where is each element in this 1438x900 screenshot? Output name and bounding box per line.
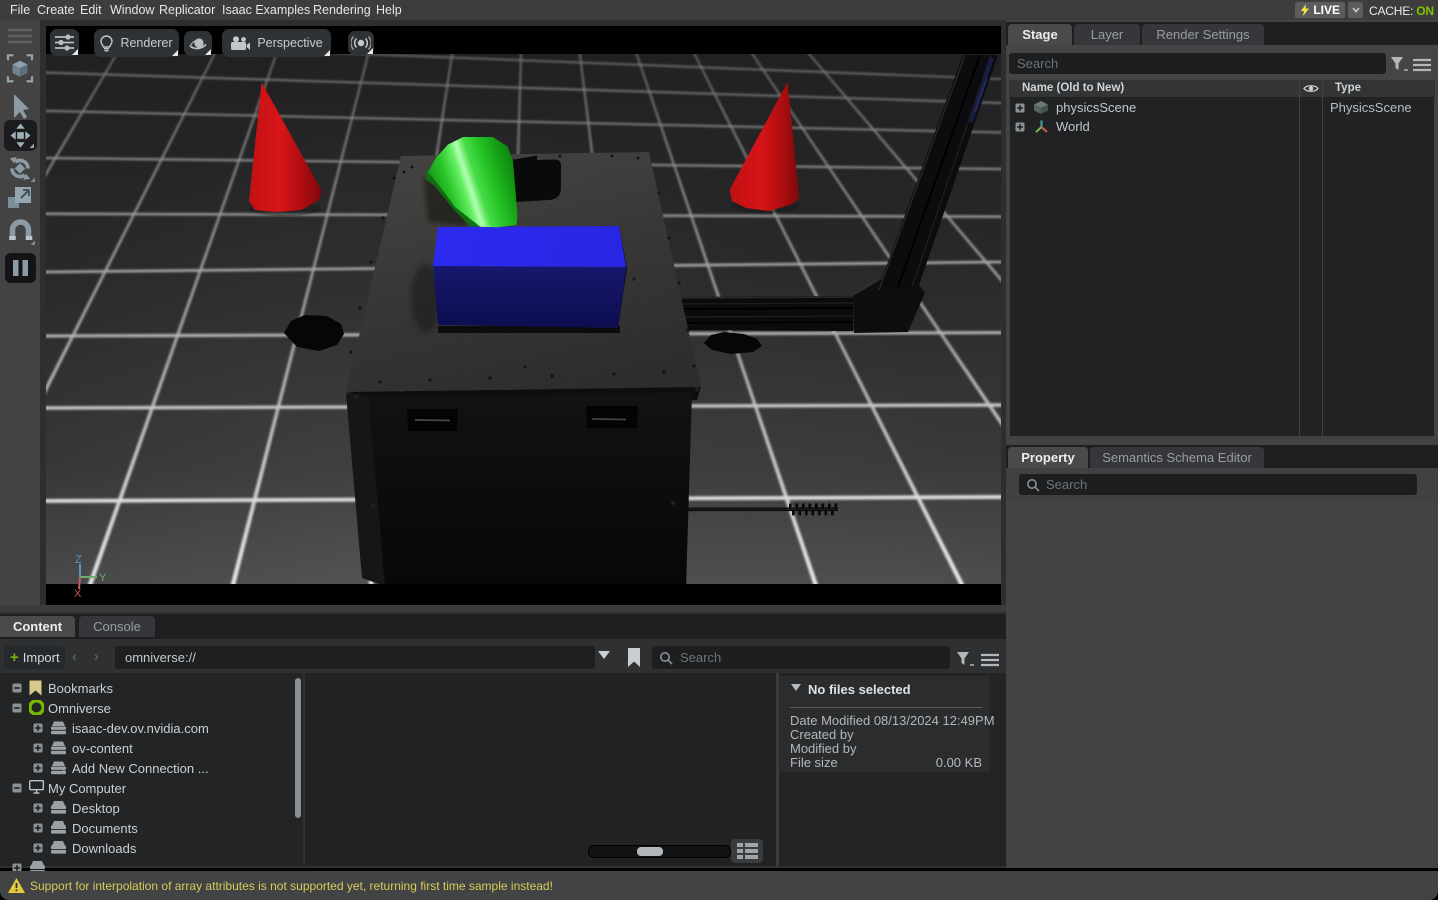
svg-text:Z: Z	[75, 554, 82, 566]
svg-text:X: X	[74, 588, 82, 600]
svg-text:Y: Y	[99, 572, 107, 584]
